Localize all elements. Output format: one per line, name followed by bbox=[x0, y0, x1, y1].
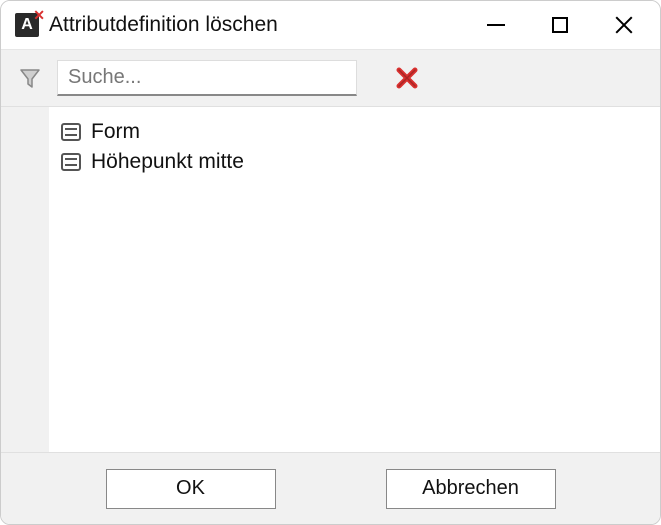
ok-button[interactable]: OK bbox=[106, 469, 276, 509]
x-red-icon bbox=[395, 66, 419, 90]
ok-button-label: OK bbox=[176, 477, 205, 500]
search-input[interactable] bbox=[57, 60, 357, 96]
close-button[interactable] bbox=[610, 11, 638, 39]
minimize-button[interactable] bbox=[482, 11, 510, 39]
maximize-button[interactable] bbox=[546, 11, 574, 39]
clear-search-button[interactable] bbox=[395, 66, 419, 90]
list-item[interactable]: Höhepunkt mitte bbox=[61, 147, 648, 177]
list-item[interactable]: Form bbox=[61, 117, 648, 147]
list-item-label: Höhepunkt mitte bbox=[91, 150, 244, 174]
delete-badge-icon: ✕ bbox=[33, 7, 45, 24]
cancel-button-label: Abbrechen bbox=[422, 477, 519, 500]
minimize-icon bbox=[487, 24, 505, 26]
dialog-window: A ✕ Attributdefinition löschen bbox=[0, 0, 661, 525]
window-controls bbox=[482, 11, 648, 39]
titlebar: A ✕ Attributdefinition löschen bbox=[1, 1, 660, 49]
content-area: Form Höhepunkt mitte bbox=[1, 107, 660, 452]
attribute-list: Form Höhepunkt mitte bbox=[49, 107, 660, 452]
attribute-icon bbox=[61, 153, 81, 171]
maximize-icon bbox=[552, 17, 568, 33]
footer: OK Abbrechen bbox=[1, 452, 660, 524]
window-title: Attributdefinition löschen bbox=[49, 13, 482, 37]
list-item-label: Form bbox=[91, 120, 140, 144]
left-gutter bbox=[1, 107, 49, 452]
close-icon bbox=[614, 15, 634, 35]
filter-icon bbox=[19, 67, 41, 89]
app-icon: A ✕ bbox=[15, 13, 39, 37]
search-toolbar bbox=[1, 49, 660, 107]
attribute-icon bbox=[61, 123, 81, 141]
cancel-button[interactable]: Abbrechen bbox=[386, 469, 556, 509]
